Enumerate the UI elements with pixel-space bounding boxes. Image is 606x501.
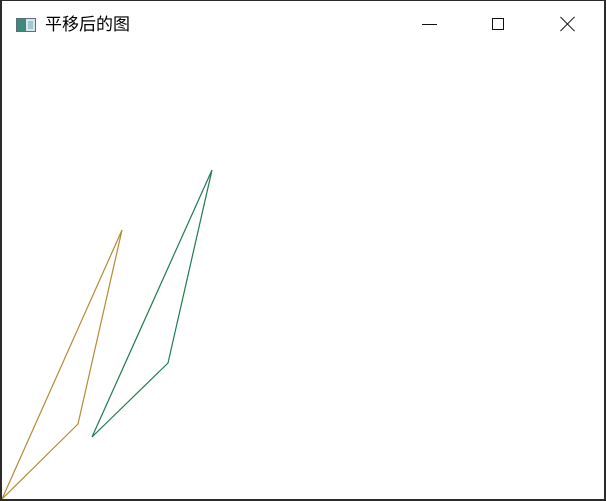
window-title: 平移后的图 bbox=[45, 15, 130, 35]
maximize-button[interactable] bbox=[475, 2, 521, 46]
app-icon bbox=[16, 18, 36, 32]
close-button[interactable] bbox=[545, 2, 591, 46]
drawing-canvas bbox=[2, 47, 604, 499]
drawing-surface bbox=[2, 169, 213, 499]
application-window: 平移后的图 bbox=[0, 0, 606, 501]
minimize-icon bbox=[421, 24, 437, 25]
maximize-icon bbox=[492, 18, 504, 30]
original-triangle bbox=[2, 229, 123, 499]
close-icon bbox=[560, 16, 576, 32]
title-bar[interactable]: 平移后的图 bbox=[2, 1, 604, 47]
translated-triangle bbox=[91, 169, 213, 438]
minimize-button[interactable] bbox=[406, 2, 452, 46]
